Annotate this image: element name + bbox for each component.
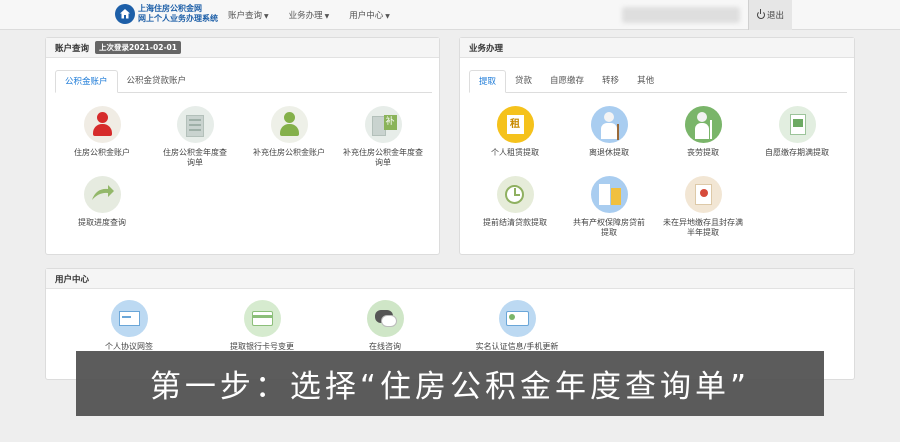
shared-property-icon: [590, 176, 628, 213]
tab-loan-account[interactable]: 公积金贷款账户: [118, 70, 196, 93]
item-shared-property-withdraw[interactable]: 共有产权保障房贷前提取: [564, 176, 654, 238]
id-card-icon: [498, 300, 536, 337]
building-supplement-icon: 补: [364, 106, 402, 143]
tutorial-caption: 第一步：选择“住房公积金年度查询单”: [76, 351, 824, 416]
person-green-icon: [270, 106, 308, 143]
item-housing-fund-account[interactable]: 住房公积金账户: [57, 106, 147, 158]
item-disabled-withdraw[interactable]: 丧劳提取: [658, 106, 748, 158]
chevron-down-icon: ▼: [324, 13, 330, 20]
business-panel: 业务办理 提取 贷款 自愿缴存 转移 其他 租 个人租赁提取 离退休提取 丧劳提…: [459, 37, 855, 255]
retire-icon: [590, 106, 628, 143]
panel-title: 账户查询: [55, 43, 90, 54]
power-icon: [756, 9, 765, 19]
rent-icon: 租: [496, 106, 534, 143]
menu-user-center[interactable]: 用户中心 ▼: [349, 9, 390, 21]
sealed-doc-icon: [684, 176, 722, 213]
document-green-icon: [778, 106, 816, 143]
main-menu: 账户查询 ▼ 业务办理 ▼ 用户中心 ▼: [228, 0, 410, 30]
item-voluntary-expire-withdraw[interactable]: 自愿缴存期满提取: [752, 106, 842, 158]
tab-transfer[interactable]: 转移: [593, 70, 628, 93]
logout-button[interactable]: 退出: [748, 0, 792, 30]
person-red-icon: [83, 106, 121, 143]
user-info-blurred: [622, 7, 740, 23]
site-logo[interactable]: 上海住房公积金网 网上个人业务办理系统: [115, 4, 218, 24]
agreement-icon: [110, 300, 148, 337]
tab-voluntary-deposit[interactable]: 自愿缴存: [541, 70, 593, 93]
item-supplementary-statement[interactable]: 补 补充住房公积金年度查询单: [338, 106, 428, 168]
tab-withdraw[interactable]: 提取: [469, 70, 507, 93]
panel-title: 业务办理: [469, 43, 504, 54]
chevron-down-icon: ▼: [264, 13, 269, 20]
logo-line2: 网上个人业务办理系统: [138, 14, 218, 23]
account-query-panel: 账户查询 上次登录2021-02-01 公积金账户 公积金贷款账户 住房公积金账…: [45, 37, 440, 255]
item-withdraw-progress[interactable]: 提取进度查询: [57, 176, 147, 228]
top-navbar: 上海住房公积金网 网上个人业务办理系统 账户查询 ▼ 业务办理 ▼ 用户中心 ▼ 退出: [0, 0, 900, 30]
chevron-down-icon: ▼: [385, 13, 390, 20]
menu-business[interactable]: 业务办理 ▼: [289, 9, 330, 21]
clock-doc-icon: [496, 176, 534, 213]
item-sealed-withdraw[interactable]: 未在异地缴存且封存满半年提取: [658, 176, 748, 238]
last-login-badge: 上次登录2021-02-01: [95, 41, 181, 54]
building-icon: [176, 106, 214, 143]
logo-line1: 上海住房公积金网: [138, 4, 202, 13]
tab-other[interactable]: 其他: [628, 70, 663, 93]
tab-provident-account[interactable]: 公积金账户: [55, 70, 118, 93]
chat-icon: [366, 300, 404, 337]
house-logo-icon: [115, 4, 135, 24]
item-realname-phone-update[interactable]: 实名认证信息/手机更新: [472, 300, 562, 352]
item-online-agreement[interactable]: 个人协议网签: [84, 300, 174, 352]
panel-header: 业务办理: [460, 38, 854, 58]
disabled-icon: [684, 106, 722, 143]
progress-arrow-icon: [83, 176, 121, 213]
panel-header: 用户中心: [46, 269, 854, 289]
item-bank-card-change[interactable]: 提取银行卡号变更: [217, 300, 307, 352]
tab-loan[interactable]: 贷款: [506, 70, 541, 93]
business-tabs: 提取 贷款 自愿缴存 转移 其他: [469, 70, 847, 93]
account-tabs: 公积金账户 公积金贷款账户: [55, 70, 432, 93]
bank-card-icon: [243, 300, 281, 337]
item-retire-withdraw[interactable]: 离退休提取: [564, 106, 654, 158]
menu-account-query[interactable]: 账户查询 ▼: [228, 9, 269, 21]
item-loan-payoff-withdraw[interactable]: 提前结清贷款提取: [470, 176, 560, 228]
item-annual-statement[interactable]: 住房公积金年度查询单: [150, 106, 240, 168]
item-supplementary-account[interactable]: 补充住房公积金账户: [244, 106, 334, 158]
item-rent-withdraw[interactable]: 租 个人租赁提取: [470, 106, 560, 158]
panel-title: 用户中心: [55, 274, 90, 285]
panel-header: 账户查询 上次登录2021-02-01: [46, 38, 439, 58]
item-online-consult[interactable]: 在线咨询: [340, 300, 430, 352]
